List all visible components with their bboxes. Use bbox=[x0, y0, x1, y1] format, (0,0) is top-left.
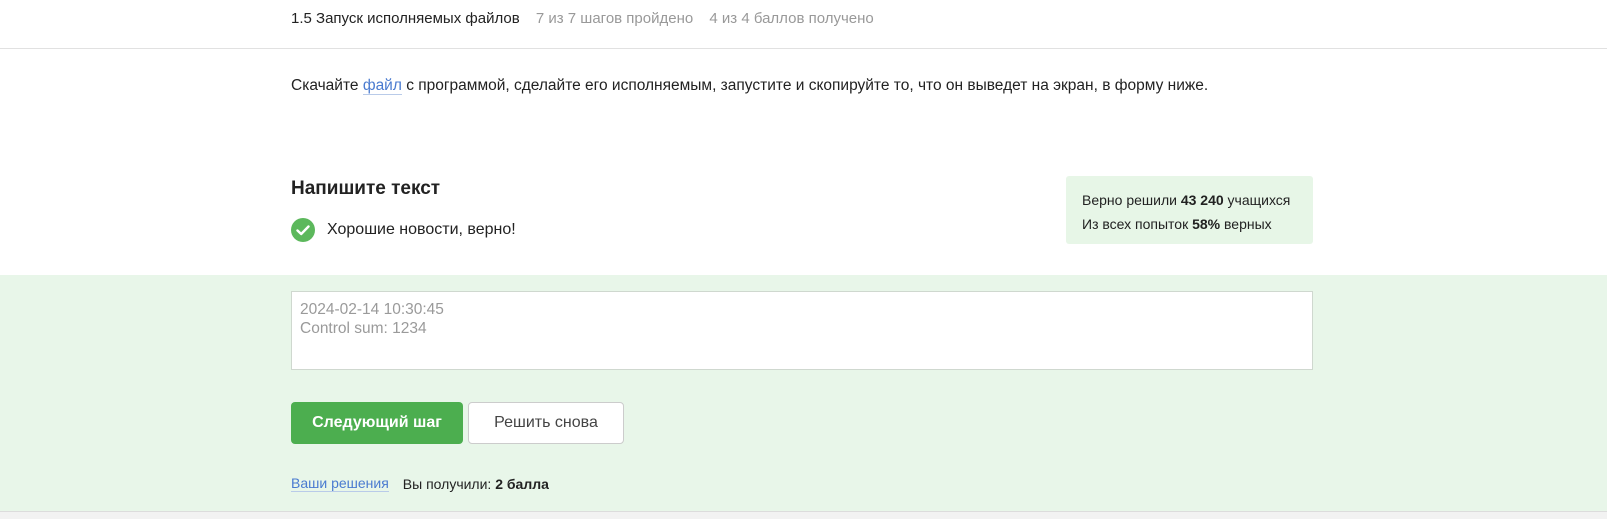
instruction-text-before: Скачайте bbox=[291, 77, 363, 94]
points-progress: 4 из 4 баллов получено bbox=[709, 10, 874, 27]
header-row: 1.5 Запуск исполняемых файлов 7 из 7 шаг… bbox=[291, 10, 874, 27]
your-solutions-link[interactable]: Ваши решения bbox=[291, 475, 389, 492]
feedback-message: Хорошие новости, верно! bbox=[291, 218, 516, 242]
next-step-button[interactable]: Следующий шаг bbox=[291, 402, 463, 444]
score-text: Вы получили: 2 балла bbox=[403, 476, 549, 492]
solved-count-suffix: учащихся bbox=[1223, 192, 1291, 208]
success-rate-value: 58% bbox=[1192, 216, 1221, 232]
feedback-text: Хорошие новости, верно! bbox=[327, 221, 516, 238]
step-header: 1.5 Запуск исполняемых файлов 7 из 7 шаг… bbox=[0, 0, 1607, 49]
lesson-title: 1.5 Запуск исполняемых файлов bbox=[291, 10, 520, 27]
answer-line-1: 2024-02-14 10:30:45 bbox=[300, 301, 444, 318]
solve-stats-box: Верно решили 43 240 учащихся Из всех поп… bbox=[1066, 176, 1313, 244]
answer-textarea[interactable]: 2024-02-14 10:30:45 Control sum: 1234 bbox=[291, 291, 1313, 370]
instruction-text-after: с программой, сделайте его исполняемым, … bbox=[401, 77, 1209, 94]
solved-count-line: Верно решили 43 240 учащихся bbox=[1082, 188, 1313, 212]
solve-again-button[interactable]: Решить снова bbox=[468, 402, 624, 444]
steps-progress: 7 из 7 шагов пройдено bbox=[535, 10, 694, 27]
check-circle-icon bbox=[291, 218, 315, 242]
success-rate-line: Из всех попыток 58% верных bbox=[1082, 212, 1313, 236]
solved-count-prefix: Верно решили bbox=[1082, 192, 1181, 208]
task-instruction: Скачайте файл с программой, сделайте его… bbox=[291, 77, 1208, 95]
success-rate-suffix: верных bbox=[1220, 216, 1272, 232]
answer-line-2: Control sum: 1234 bbox=[300, 320, 427, 337]
score-prefix: Вы получили: bbox=[402, 475, 496, 492]
submission-footer: Ваши решения Вы получили: 2 балла bbox=[291, 475, 549, 492]
score-value: 2 балла bbox=[495, 475, 549, 492]
solved-count-value: 43 240 bbox=[1180, 192, 1224, 208]
success-rate-prefix: Из всех попыток bbox=[1082, 216, 1193, 232]
task-title: Напишите текст bbox=[291, 178, 441, 199]
file-download-link[interactable]: файл bbox=[362, 77, 402, 95]
